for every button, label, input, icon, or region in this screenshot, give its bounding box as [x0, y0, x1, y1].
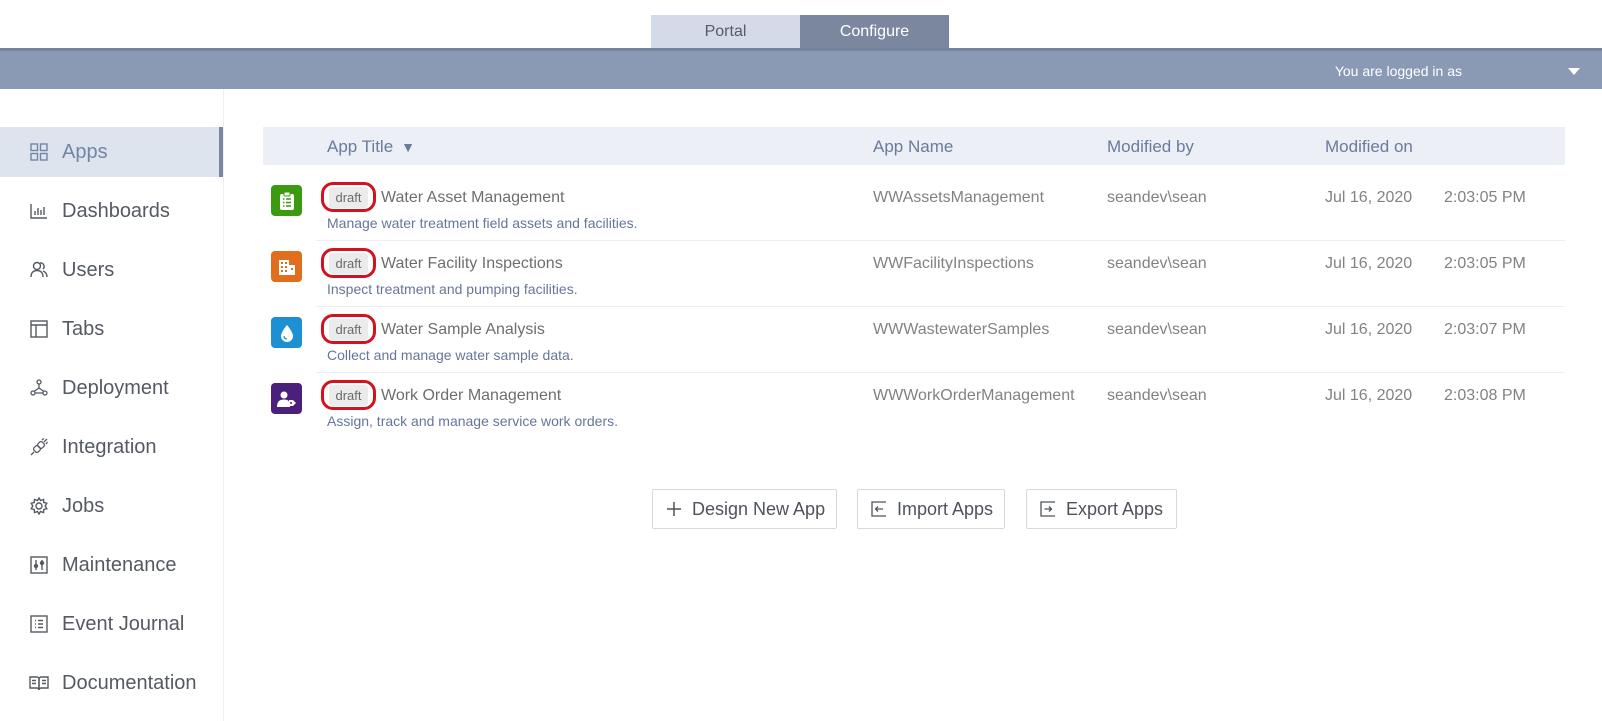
- column-header-label: App Title: [327, 137, 394, 156]
- sidebar-item-label: Users: [62, 258, 115, 281]
- sidebar-item-label: Documentation: [62, 671, 197, 694]
- status-badge-highlight: draft: [321, 248, 376, 278]
- top-navigation: Portal Configure: [0, 0, 1602, 49]
- bar-chart-icon: [29, 201, 49, 221]
- app-description: Manage water treatment field assets and …: [327, 215, 638, 231]
- modified-date: Jul 16, 2020: [1325, 255, 1413, 272]
- status-badge-highlight: draft: [321, 314, 376, 344]
- app-description: Collect and manage water sample data.: [327, 347, 574, 363]
- sidebar-item-label: Maintenance: [62, 553, 177, 576]
- export-apps-label: Export Apps: [1066, 498, 1164, 519]
- apps-table-header: App Title ▼ App Name Modified by Modified…: [263, 127, 1565, 165]
- modified-time: 2:03:07 PM: [1444, 321, 1526, 338]
- gear-icon: [29, 496, 49, 516]
- import-apps-label: Import Apps: [897, 498, 994, 519]
- import-icon: [871, 501, 887, 517]
- sidebar-item-users[interactable]: Users: [0, 245, 223, 295]
- layout-icon: [29, 319, 49, 339]
- app-title[interactable]: Water Facility Inspections: [381, 255, 563, 273]
- sidebar-item-label: Jobs: [62, 494, 105, 517]
- sidebar-item-event-journal[interactable]: Event Journal: [0, 599, 223, 649]
- modified-date: Jul 16, 2020: [1325, 321, 1413, 338]
- app-name: WWWastewaterSamples: [873, 321, 1050, 338]
- user-tag-icon: [271, 383, 302, 414]
- sidebar-item-deployment[interactable]: Deployment: [0, 363, 223, 413]
- design-new-app-label: Design New App: [692, 498, 826, 519]
- plug-icon: [29, 437, 49, 457]
- sidebar-item-integration[interactable]: Integration: [0, 422, 223, 472]
- modified-date: Jul 16, 2020: [1325, 189, 1413, 206]
- tab-configure[interactable]: Configure: [800, 15, 949, 49]
- status-badge-highlight: draft: [321, 182, 376, 212]
- tab-portal[interactable]: Portal: [651, 15, 800, 49]
- draft-badge: draft: [329, 318, 368, 340]
- sidebar-item-dashboards[interactable]: Dashboards: [0, 186, 223, 236]
- draft-badge: draft: [329, 252, 368, 274]
- plus-icon: [666, 501, 682, 517]
- sidebar-item-label: Integration: [62, 435, 157, 458]
- building-icon: [271, 251, 302, 282]
- column-header-app-title[interactable]: App Title ▼: [327, 137, 415, 157]
- export-icon: [1040, 501, 1056, 517]
- modified-time: 2:03:05 PM: [1444, 255, 1526, 272]
- app-description: Inspect treatment and pumping facilities…: [327, 281, 578, 297]
- sidebar-item-documentation[interactable]: Documentation: [0, 658, 223, 708]
- app-name: WWAssetsManagement: [873, 189, 1045, 206]
- sidebar-item-label: Deployment: [62, 376, 169, 399]
- sidebar-item-label: Event Journal: [62, 612, 185, 635]
- column-header-app-name[interactable]: App Name: [873, 137, 953, 157]
- login-status-text: You are logged in as: [1334, 63, 1462, 79]
- header-bar: You are logged in as: [0, 48, 1602, 89]
- users-icon: [29, 260, 49, 280]
- draft-badge: draft: [329, 186, 368, 208]
- sidebar-item-label: Apps: [62, 140, 108, 163]
- modified-by: seandev\sean: [1107, 387, 1207, 404]
- app-description: Assign, track and manage service work or…: [327, 413, 619, 429]
- export-apps-button[interactable]: Export Apps: [1026, 489, 1177, 529]
- sidebar-item-maintenance[interactable]: Maintenance: [0, 540, 223, 590]
- draft-badge: draft: [329, 384, 368, 406]
- modified-time: 2:03:08 PM: [1444, 387, 1526, 404]
- modified-date: Jul 16, 2020: [1325, 387, 1413, 404]
- book-icon: [29, 673, 49, 693]
- modified-by: seandev\sean: [1107, 321, 1207, 338]
- modified-by: seandev\sean: [1107, 255, 1207, 272]
- app-title[interactable]: Water Asset Management: [381, 189, 565, 207]
- modified-time: 2:03:05 PM: [1444, 189, 1526, 206]
- table-row[interactable]: draft Water Asset Management Manage wate…: [263, 175, 1565, 241]
- water-drop-icon: [271, 317, 302, 348]
- sidebar-item-jobs[interactable]: Jobs: [0, 481, 223, 531]
- modified-by: seandev\sean: [1107, 189, 1207, 206]
- list-icon: [29, 614, 49, 634]
- sort-descending-icon[interactable]: ▼: [401, 139, 415, 155]
- sliders-icon: [29, 555, 49, 575]
- app-name: WWWorkOrderManagement: [873, 387, 1075, 404]
- sidebar-item-label: Tabs: [62, 317, 105, 340]
- sidebar: Apps Dashboards Users Tabs Deployment In…: [0, 89, 224, 721]
- sidebar-item-apps[interactable]: Apps: [0, 127, 223, 177]
- caret-down-icon[interactable]: [1568, 68, 1580, 75]
- table-row[interactable]: draft Work Order Management Assign, trac…: [263, 373, 1565, 439]
- column-header-modified-on[interactable]: Modified on: [1325, 137, 1413, 157]
- app-title[interactable]: Water Sample Analysis: [381, 321, 545, 339]
- column-header-modified-by[interactable]: Modified by: [1107, 137, 1194, 157]
- table-row[interactable]: draft Water Facility Inspections Inspect…: [263, 241, 1565, 307]
- clipboard-list-icon: [271, 185, 302, 216]
- grid-icon: [29, 142, 49, 162]
- sidebar-item-label: Dashboards: [62, 199, 170, 222]
- network-icon: [29, 378, 49, 398]
- design-new-app-button[interactable]: Design New App: [652, 489, 837, 529]
- table-row[interactable]: draft Water Sample Analysis Collect and …: [263, 307, 1565, 373]
- app-title[interactable]: Work Order Management: [381, 387, 561, 405]
- import-apps-button[interactable]: Import Apps: [857, 489, 1005, 529]
- app-name: WWFacilityInspections: [873, 255, 1034, 272]
- status-badge-highlight: draft: [321, 380, 376, 410]
- sidebar-item-tabs[interactable]: Tabs: [0, 304, 223, 354]
